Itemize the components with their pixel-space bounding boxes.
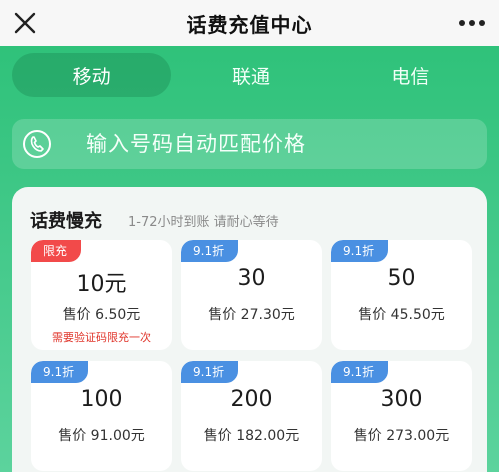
sale-price: 售价 91.00元 [58, 428, 145, 444]
close-icon[interactable] [12, 10, 38, 36]
tab-mobile[interactable]: 移动 [12, 53, 172, 97]
recharge-card-100[interactable]: 9.1折 100 售价 91.00元 [31, 361, 172, 471]
page-title: 话费充值中心 [186, 12, 313, 37]
discount-badge: 9.1折 [181, 361, 239, 383]
sale-price: 售价 6.50元 [62, 307, 141, 323]
phone-number-bar [12, 119, 487, 169]
recharge-amount: 30 [237, 266, 266, 291]
recharge-card-50[interactable]: 9.1折 50 售价 45.50元 [331, 240, 472, 350]
recharge-card-300[interactable]: 9.1折 300 售价 273.00元 [331, 361, 472, 471]
section-subtitle: 1-72小时到账 请耐心等待 [128, 215, 279, 230]
sale-price: 售价 182.00元 [203, 428, 300, 444]
discount-badge: 9.1折 [331, 240, 389, 262]
sale-price: 售价 273.00元 [353, 428, 450, 444]
discount-badge: 9.1折 [331, 361, 389, 383]
recharge-panel: 话费慢充 1-72小时到账 请耐心等待 限充 10元 售价 6.50元 需要验证… [12, 187, 487, 472]
sale-price: 售价 45.50元 [358, 307, 445, 323]
sale-price: 售价 27.30元 [208, 307, 295, 323]
recharge-amount: 300 [380, 387, 423, 412]
tab-unicom[interactable]: 联通 [171, 53, 330, 97]
limit-badge: 限充 [31, 240, 82, 262]
phone-number-input[interactable] [86, 132, 446, 156]
carrier-tabs: 移动 联通 电信 [12, 52, 490, 98]
verification-note: 需要验证码限充一次 [52, 331, 151, 344]
top-bar: 话费充值中心 [0, 0, 499, 46]
recharge-amount: 50 [387, 266, 416, 291]
recharge-amount: 100 [80, 387, 123, 412]
recharge-card-200[interactable]: 9.1折 200 售价 182.00元 [181, 361, 322, 471]
recharge-card-30[interactable]: 9.1折 30 售价 27.30元 [181, 240, 322, 350]
recharge-amount: 10元 [76, 272, 127, 297]
discount-badge: 9.1折 [31, 361, 89, 383]
recharge-amount: 200 [230, 387, 273, 412]
discount-badge: 9.1折 [181, 240, 239, 262]
section-title: 话费慢充 [30, 211, 102, 232]
phone-icon [23, 130, 51, 158]
more-icon[interactable] [457, 13, 487, 33]
recharge-card-10[interactable]: 限充 10元 售价 6.50元 需要验证码限充一次 [31, 240, 172, 350]
tab-telecom[interactable]: 电信 [331, 53, 490, 97]
